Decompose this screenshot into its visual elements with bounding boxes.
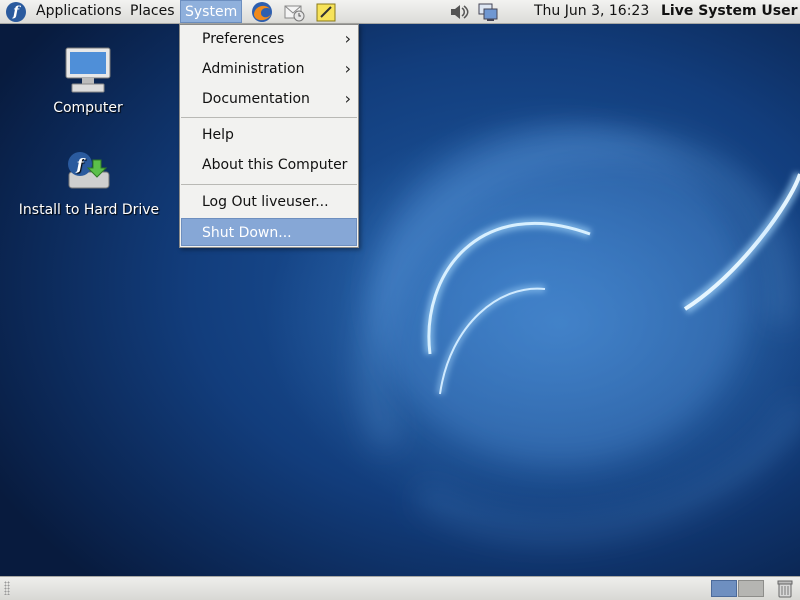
chevron-right-icon: ›: [344, 89, 351, 108]
clock[interactable]: Thu Jun 3, 16:23: [534, 0, 649, 23]
workspace-1[interactable]: [711, 580, 737, 597]
chevron-right-icon: ›: [344, 29, 351, 48]
menu-item-about[interactable]: About this Computer: [181, 151, 357, 179]
system-menu: Preferences › Administration › Documenta…: [179, 24, 359, 248]
menu-item-help[interactable]: Help: [181, 121, 357, 149]
mail-client-icon[interactable]: [283, 1, 305, 23]
menu-places[interactable]: Places: [126, 0, 179, 23]
menu-item-label: Log Out liveuser...: [202, 194, 329, 210]
menu-separator: [181, 184, 357, 185]
menu-item-label: Administration: [202, 61, 305, 77]
trash-icon[interactable]: [776, 579, 794, 598]
fedora-logo-icon[interactable]: f: [6, 2, 26, 22]
notes-icon[interactable]: [315, 1, 337, 23]
desktop-background: Computer f Install to Hard Drive: [0, 24, 800, 576]
volume-icon[interactable]: [448, 1, 470, 23]
desktop-icon-install[interactable]: f Install to Hard Drive: [18, 146, 160, 218]
menu-item-logout[interactable]: Log Out liveuser...: [181, 188, 357, 216]
firefox-icon[interactable]: [251, 1, 273, 23]
panel-grip-handle[interactable]: [4, 581, 10, 595]
menu-separator: [181, 117, 357, 118]
menu-item-label: About this Computer: [202, 157, 348, 173]
menu-item-preferences[interactable]: Preferences ›: [181, 25, 357, 53]
menu-item-label: Documentation: [202, 91, 310, 107]
desktop-icon-label: Install to Hard Drive: [18, 202, 160, 218]
workspace-2[interactable]: [738, 580, 764, 597]
menu-item-label: Shut Down...: [202, 225, 292, 241]
install-drive-icon: f: [68, 152, 110, 189]
menu-applications[interactable]: Applications: [32, 0, 126, 23]
menu-item-label: Preferences: [202, 31, 285, 47]
bottom-panel: [0, 576, 800, 600]
menu-item-label: Help: [202, 127, 234, 143]
user-switcher[interactable]: Live System User: [661, 0, 798, 23]
computer-icon: [65, 47, 111, 93]
chevron-right-icon: ›: [344, 59, 351, 78]
menu-item-shutdown[interactable]: Shut Down...: [181, 218, 357, 246]
top-panel: f Applications Places System Thu Jun 3, …: [0, 0, 800, 24]
menu-item-administration[interactable]: Administration ›: [181, 55, 357, 83]
desktop-icon-label: Computer: [53, 100, 123, 116]
network-icon[interactable]: [477, 1, 499, 23]
menu-item-documentation[interactable]: Documentation ›: [181, 85, 357, 113]
menu-system[interactable]: System: [180, 0, 242, 23]
desktop-icon-computer[interactable]: Computer: [40, 44, 136, 116]
